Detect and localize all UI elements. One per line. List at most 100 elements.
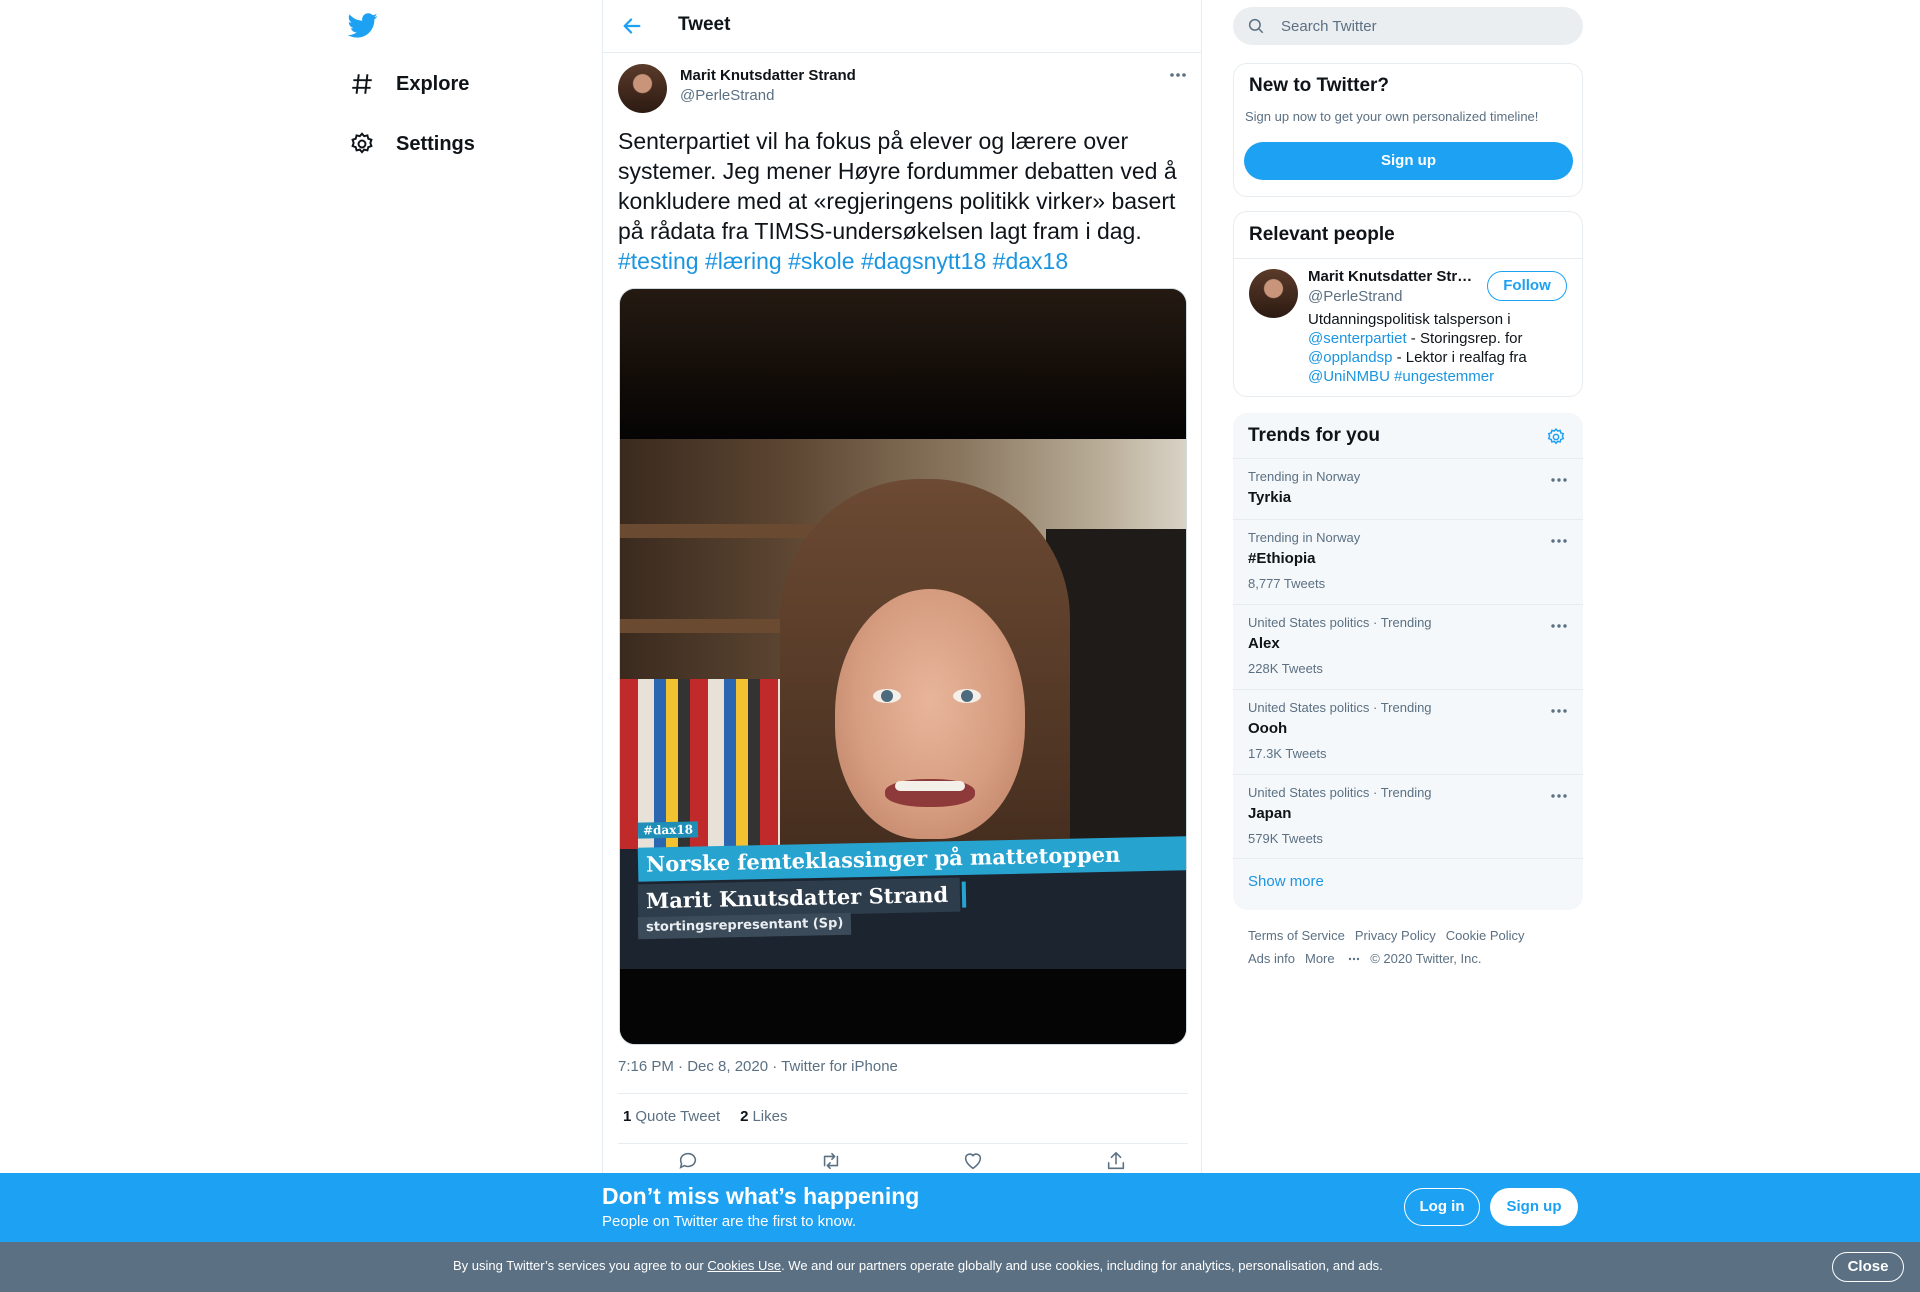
tweet-column: Tweet Marit Knutsdatter Strand @PerleStr…	[602, 0, 1202, 1292]
tweet-timestamp[interactable]: 7:16 PM · Dec 8, 2020	[618, 1058, 768, 1075]
tweet-text: Senterpartiet vil ha fokus på elever og …	[618, 126, 1188, 276]
bio-text: - Storingsrep. for	[1406, 330, 1523, 347]
like-count: 2	[740, 1108, 749, 1125]
banner-subtitle: People on Twitter are the first to know.	[602, 1213, 857, 1230]
more-label: More	[1304, 951, 1335, 966]
ads-info-link[interactable]: Ads info	[1248, 951, 1295, 966]
tweet-actions	[618, 1150, 1188, 1174]
likes-stat[interactable]: 2 Likes	[740, 1108, 787, 1125]
trend-item[interactable]: United States politics · Trending Oooh 1…	[1233, 689, 1583, 774]
footer-links: Terms of Service Privacy Policy Cookie Pol…	[1248, 924, 1578, 970]
quote-tweets-stat[interactable]: 1 Quote Tweet	[623, 1108, 720, 1125]
avatar[interactable]	[618, 64, 667, 113]
more-dots-icon	[1349, 957, 1360, 961]
share-icon[interactable]	[1105, 1150, 1129, 1174]
copyright: © 2020 Twitter, Inc.	[1370, 951, 1482, 966]
tweet-photo[interactable]: #dax18 Norske femteklassinger på matteto…	[619, 288, 1187, 1045]
divider	[618, 1143, 1188, 1144]
person-bio: Utdanningspolitisk talsperson i @senterp…	[1308, 310, 1568, 386]
trend-item[interactable]: Trending in Norway Tyrkia	[1233, 458, 1583, 519]
sign-up-button[interactable]: Sign up	[1244, 142, 1573, 180]
search-bar[interactable]	[1233, 7, 1583, 45]
cookie-suffix: . We and our partners operate globally a…	[781, 1258, 1383, 1273]
trends-card: Trends for you Trending in Norway Tyrkia…	[1233, 413, 1583, 910]
trend-name: Tyrkia	[1248, 489, 1292, 506]
cookies-use-link[interactable]: Cookies Use	[707, 1258, 781, 1273]
more-options-icon[interactable]	[1550, 789, 1568, 801]
more-options-icon[interactable]	[1550, 619, 1568, 631]
sign-up-button[interactable]: Sign up	[1490, 1188, 1578, 1226]
meta-separator: ·	[768, 1058, 782, 1075]
bio-text: - Lektor i realfag fra	[1392, 349, 1527, 366]
trend-count: 17.3K Tweets	[1248, 746, 1327, 761]
like-icon[interactable]	[962, 1150, 986, 1174]
mention-link[interactable]: @senterpartiet	[1308, 330, 1407, 347]
trend-item[interactable]: Trending in Norway #Ethiopia 8,777 Tweet…	[1233, 519, 1583, 604]
card-title: Relevant people	[1249, 224, 1395, 245]
like-label: Likes	[752, 1108, 788, 1125]
hashtag-link[interactable]: #testing	[618, 248, 699, 274]
hashtag-link[interactable]: #læring	[705, 248, 782, 274]
tweet-hashtags: #testing #læring #skole #dagsnytt18 #dax…	[618, 248, 1068, 274]
mention-link[interactable]: @UniNMBU	[1308, 368, 1390, 385]
search-icon	[1247, 17, 1265, 35]
retweet-icon[interactable]	[820, 1150, 844, 1174]
tweet-body: Senterpartiet vil ha fokus på elever og …	[618, 128, 1177, 244]
person-name[interactable]: Marit Knutsdatter Str…	[1308, 268, 1478, 285]
trend-count: 228K Tweets	[1248, 661, 1323, 676]
cookie-policy-link[interactable]: Cookie Policy	[1446, 928, 1525, 943]
nav-item-explore[interactable]: Explore	[348, 64, 469, 104]
hashtag-link[interactable]: #dax18	[993, 248, 1068, 274]
divider	[1234, 258, 1582, 259]
twitter-bird-icon[interactable]	[347, 10, 384, 46]
tweet-stats: 1 Quote Tweet 2 Likes	[623, 1108, 788, 1125]
hashtag-link[interactable]: #dagsnytt18	[861, 248, 986, 274]
hashtag-link[interactable]: #skole	[788, 248, 854, 274]
author-name[interactable]: Marit Knutsdatter Strand	[680, 67, 856, 84]
hashtag-link[interactable]: #ungestemmer	[1394, 368, 1494, 385]
person-handle[interactable]: @PerleStrand	[1308, 288, 1402, 305]
more-options-icon[interactable]	[1550, 473, 1568, 485]
trend-name: #Ethiopia	[1248, 550, 1316, 567]
log-in-button[interactable]: Log in	[1404, 1188, 1480, 1226]
follow-button[interactable]: Follow	[1487, 271, 1567, 301]
nav-item-label: Explore	[396, 72, 470, 95]
cookie-prefix: By using Twitter’s services you agree to…	[453, 1258, 708, 1273]
cookie-text: By using Twitter’s services you agree to…	[453, 1258, 1383, 1273]
quote-count: 1	[623, 1108, 632, 1125]
card-subtitle: Sign up now to get your own personalized…	[1245, 109, 1539, 124]
show-more-link[interactable]: Show more	[1248, 873, 1324, 890]
more-link[interactable]: More	[1305, 951, 1360, 966]
trend-item[interactable]: United States politics · Trending Alex 2…	[1233, 604, 1583, 689]
author-handle[interactable]: @PerleStrand	[680, 87, 774, 104]
new-to-twitter-card: New to Twitter? Sign up now to get your …	[1233, 63, 1583, 197]
card-title: New to Twitter?	[1249, 75, 1390, 96]
mention-link[interactable]: @opplandsp	[1308, 349, 1392, 366]
bio-text: Utdanningspolitisk talsperson i	[1308, 311, 1511, 328]
reply-icon[interactable]	[677, 1150, 701, 1174]
tweet-source[interactable]: Twitter for iPhone	[781, 1058, 898, 1075]
nav-item-settings[interactable]: Settings	[348, 124, 475, 164]
close-button[interactable]: Close	[1832, 1252, 1904, 1282]
tweet-author: Marit Knutsdatter Strand @PerleStrand	[618, 64, 1188, 114]
more-options-icon[interactable]	[1550, 534, 1568, 546]
trend-name: Oooh	[1248, 720, 1288, 737]
trend-context: United States politics · Trending	[1248, 700, 1432, 715]
more-options-icon[interactable]	[1168, 68, 1188, 82]
trend-context: United States politics · Trending	[1248, 615, 1432, 630]
hashtag-icon	[348, 70, 376, 98]
signup-banner: Don’t miss what’s happening People on Tw…	[0, 1173, 1920, 1242]
terms-link[interactable]: Terms of Service	[1248, 928, 1345, 943]
more-options-icon[interactable]	[1550, 704, 1568, 716]
cookie-bar: By using Twitter’s services you agree to…	[0, 1242, 1920, 1292]
gear-icon[interactable]	[1546, 427, 1568, 449]
arrow-left-icon[interactable]	[621, 15, 645, 39]
page-title: Tweet	[678, 14, 731, 35]
nav-item-label: Settings	[396, 132, 475, 155]
search-input[interactable]	[1281, 7, 1571, 45]
privacy-link[interactable]: Privacy Policy	[1355, 928, 1436, 943]
trend-item[interactable]: United States politics · Trending Japan …	[1233, 774, 1583, 859]
divider	[618, 1093, 1188, 1094]
avatar[interactable]	[1249, 269, 1298, 318]
trend-name: Alex	[1248, 635, 1280, 652]
